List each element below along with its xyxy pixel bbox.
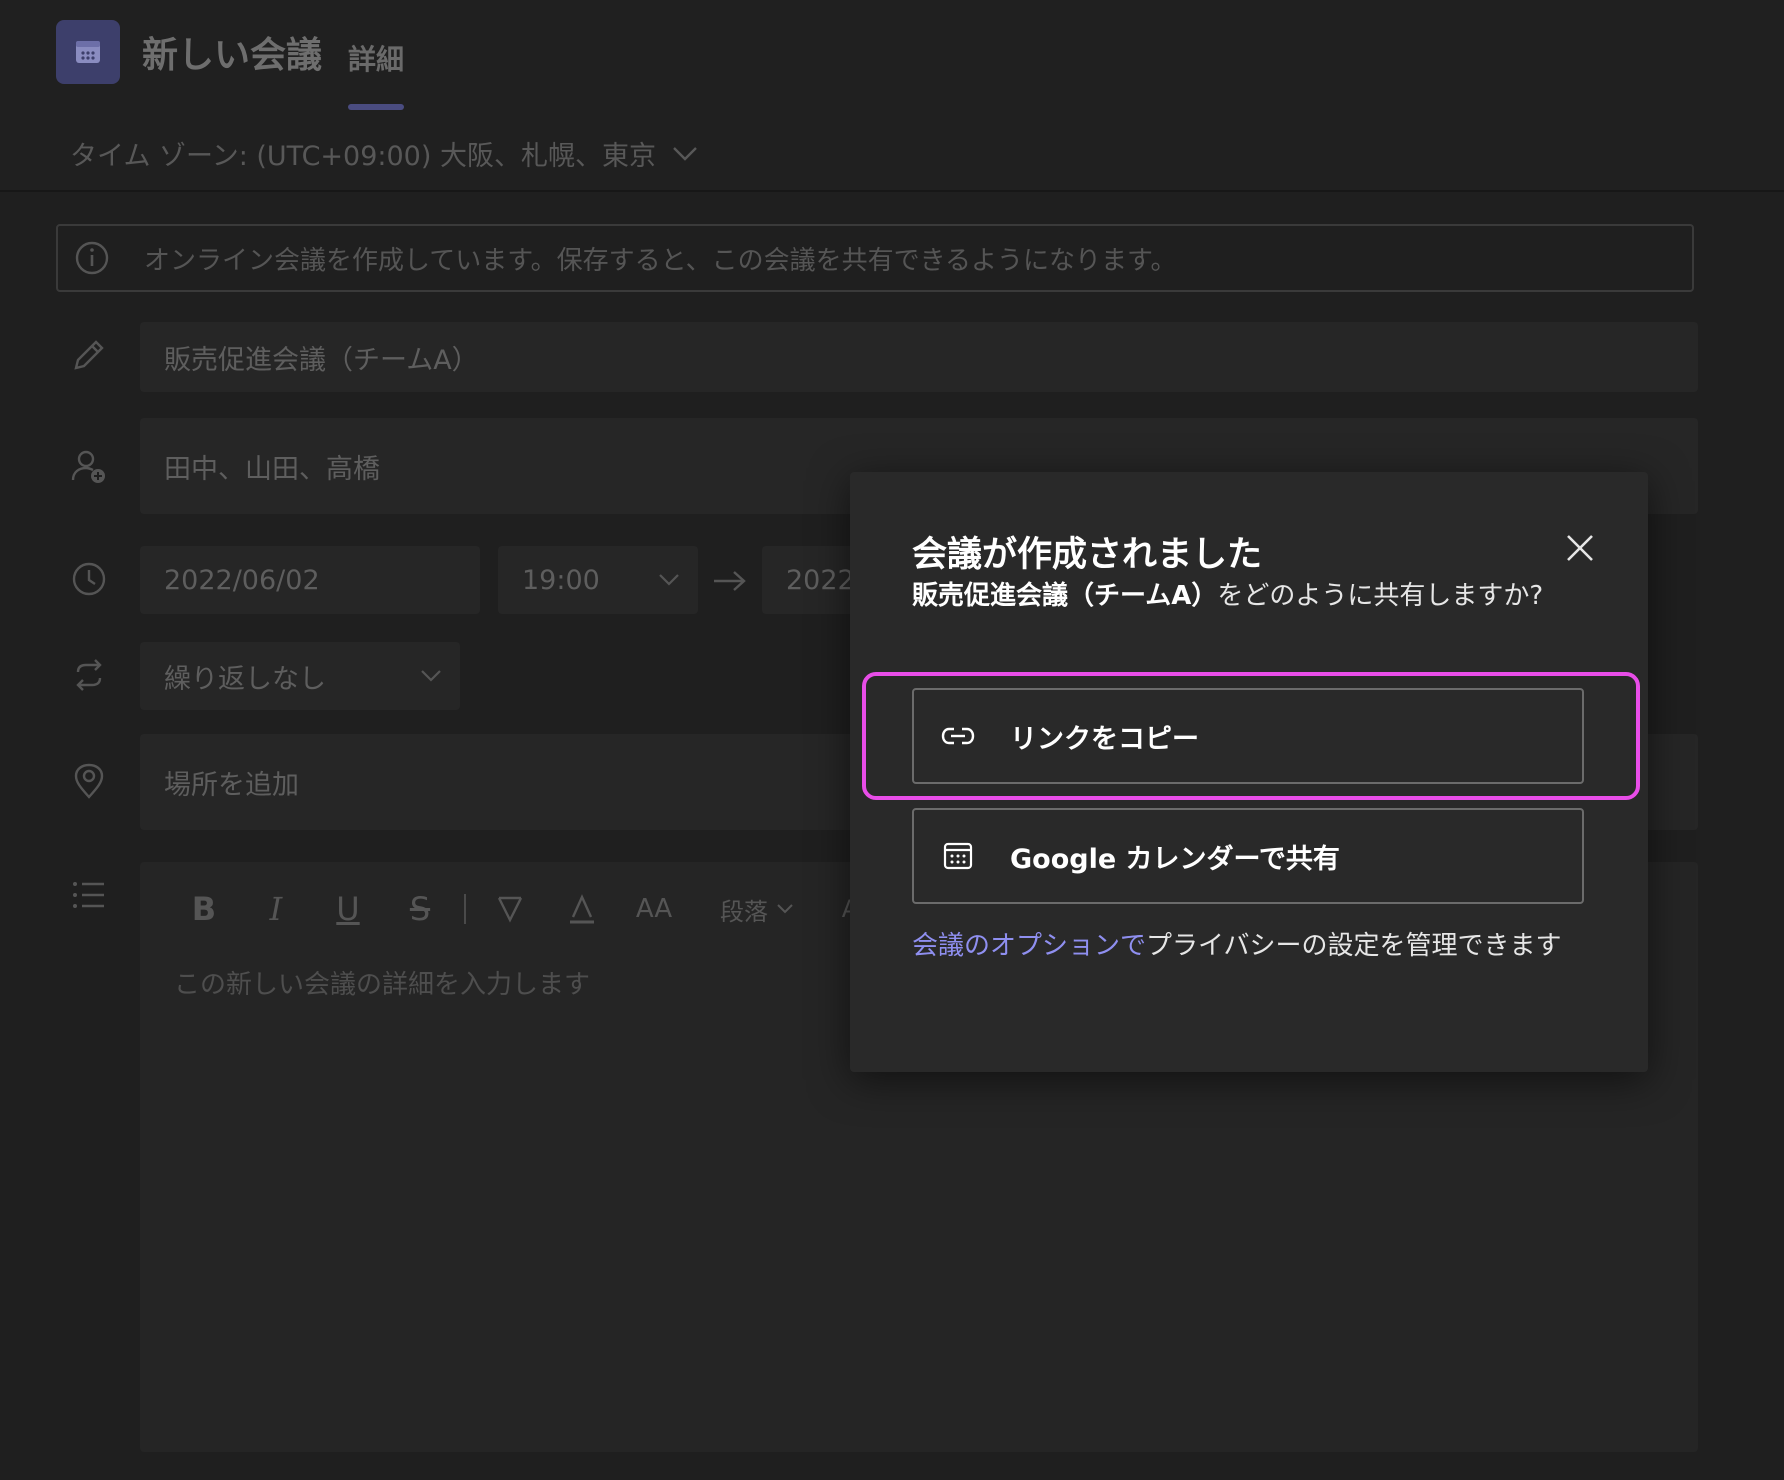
timezone-selector[interactable]: タイム ゾーン: (UTC+09:00) 大阪、札幌、東京 xyxy=(70,134,698,173)
clock-icon xyxy=(72,562,106,596)
start-date-input[interactable]: 2022/06/02 xyxy=(140,546,480,614)
meeting-title-value: 販売促進会議（チームA） xyxy=(164,344,479,376)
paragraph-style-select[interactable]: 段落 xyxy=(720,892,794,927)
chevron-down-icon xyxy=(777,904,793,914)
recurrence-value: 繰り返しなし xyxy=(164,663,326,695)
editor-placeholder: この新しい会議の詳細を入力します xyxy=(174,970,591,1000)
underline-icon[interactable]: U xyxy=(312,884,384,934)
location-placeholder: 場所を追加 xyxy=(164,769,299,801)
format-toolbar: B I U S AA 段落 A xyxy=(168,884,886,934)
location-pin-icon xyxy=(74,763,104,799)
page-title: 新しい会議 xyxy=(142,35,323,76)
recurrence-select[interactable]: 繰り返しなし xyxy=(140,642,460,710)
timezone-label: タイム ゾーン: (UTC+09:00) 大阪、札幌、東京 xyxy=(70,141,656,172)
dialog-meeting-name: 販売促進会議（チームA） xyxy=(912,581,1218,611)
copy-link-label: リンクをコピー xyxy=(1010,723,1199,755)
strikethrough-icon[interactable]: S xyxy=(384,884,456,934)
pencil-icon xyxy=(74,340,104,370)
calendar-icon xyxy=(940,838,976,874)
meeting-created-dialog: 会議が作成されました 販売促進会議（チームA）をどのように共有しますか? リンク… xyxy=(850,472,1648,1072)
meeting-title-input[interactable]: 販売促進会議（チームA） xyxy=(140,322,1698,392)
chevron-down-icon xyxy=(421,670,441,682)
dialog-title: 会議が作成されました xyxy=(912,535,1263,575)
repeat-icon xyxy=(76,659,102,691)
calendar-app-icon xyxy=(56,20,120,84)
italic-icon[interactable]: I xyxy=(240,884,312,934)
dialog-footer-text: プライバシーの設定を管理できます xyxy=(1146,931,1562,961)
paragraph-style-label: 段落 xyxy=(720,897,768,926)
share-google-calendar-label: Google カレンダーで共有 xyxy=(1010,843,1340,875)
share-google-calendar-button[interactable]: Google カレンダーで共有 xyxy=(912,808,1584,904)
link-icon xyxy=(940,718,976,754)
dialog-subtitle: 販売促進会議（チームA）をどのように共有しますか? xyxy=(912,576,1572,616)
add-person-icon xyxy=(71,450,105,483)
arrow-right-icon xyxy=(714,571,746,591)
start-time-select[interactable]: 19:00 xyxy=(498,546,698,614)
end-date-value: 2022 xyxy=(786,564,855,596)
chevron-down-icon xyxy=(673,146,697,161)
start-time-value: 19:00 xyxy=(522,564,600,596)
start-date-value: 2022/06/02 xyxy=(164,564,320,596)
font-size-icon[interactable]: AA xyxy=(618,884,690,934)
attendees-value: 田中、山田、高橋 xyxy=(164,453,380,485)
text-list-icon xyxy=(73,882,104,908)
info-banner: オンライン会議を作成しています。保存すると、この会議を共有できるようになります。 xyxy=(56,224,1694,292)
toolbar-divider xyxy=(464,894,466,924)
info-icon xyxy=(75,241,109,275)
header: 新しい会議 詳細 タイム ゾーン: (UTC+09:00) 大阪、札幌、東京 xyxy=(0,0,1784,192)
tab-details[interactable]: 詳細 xyxy=(348,38,404,78)
dialog-question: をどのように共有しますか? xyxy=(1217,581,1544,611)
font-color-icon[interactable] xyxy=(546,884,618,934)
meeting-options-link[interactable]: 会議のオプションで xyxy=(912,931,1146,961)
info-banner-text: オンライン会議を作成しています。保存すると、この会議を共有できるようになります。 xyxy=(144,245,1177,276)
close-icon[interactable] xyxy=(1562,530,1598,566)
copy-link-button[interactable]: リンクをコピー xyxy=(912,688,1584,784)
bold-icon[interactable]: B xyxy=(168,884,240,934)
highlight-icon[interactable] xyxy=(474,884,546,934)
dialog-footer: 会議のオプションでプライバシーの設定を管理できます xyxy=(912,926,1582,966)
chevron-down-icon xyxy=(659,574,679,586)
tab-active-indicator xyxy=(348,104,404,110)
